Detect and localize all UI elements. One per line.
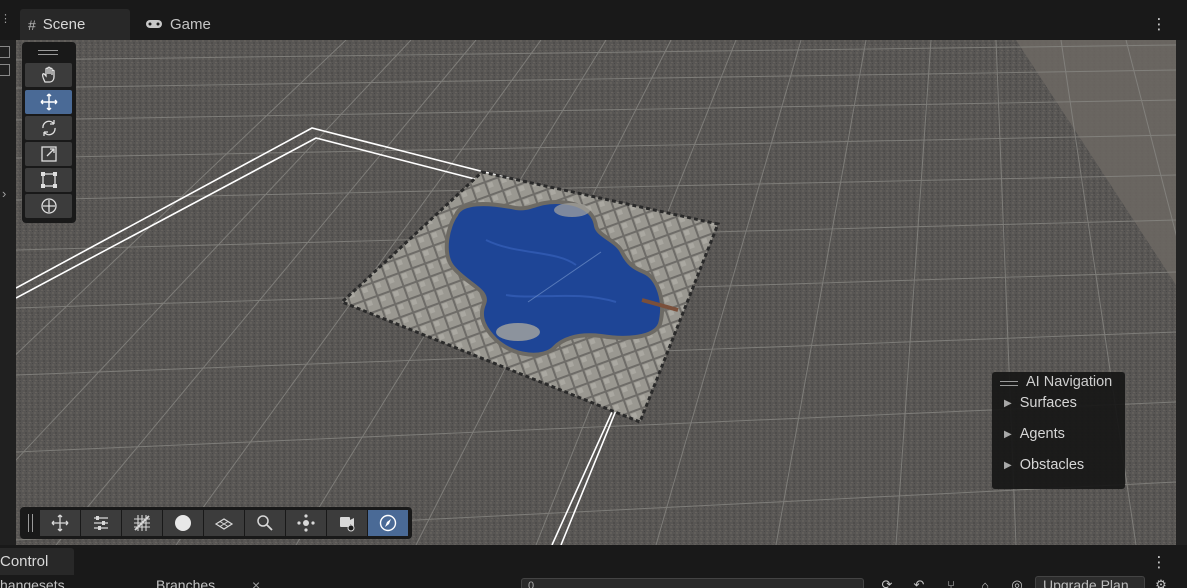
left-side-strip: ⋮ ›	[0, 13, 16, 545]
grid-hash-icon: #	[28, 16, 36, 33]
expand-triangle-icon: ▶	[1004, 459, 1012, 471]
grid-snap-icon	[134, 515, 150, 531]
compass-icon	[379, 514, 397, 532]
hand-icon	[41, 66, 55, 83]
search-input[interactable]: 0	[521, 578, 864, 588]
tab-scene[interactable]: # Scene	[20, 9, 130, 40]
ai-nav-item-surfaces[interactable]: ▶ Surfaces	[1004, 395, 1077, 411]
rotate-icon	[41, 120, 56, 136]
camera-icon	[340, 517, 355, 532]
move-tool-button[interactable]	[25, 90, 72, 114]
scale-icon	[40, 146, 57, 162]
toolbar-grip-icon[interactable]	[28, 514, 33, 532]
tab-changesets[interactable]: hangesets	[0, 577, 65, 588]
more-options-icon[interactable]: ⋮	[1151, 14, 1167, 34]
surface-icon	[214, 518, 234, 530]
transform-icon	[40, 198, 57, 214]
search-input-value: 0	[528, 580, 535, 588]
tab-control[interactable]: Control	[0, 548, 74, 575]
sphere-button[interactable]	[163, 510, 203, 536]
tab-scene-label: Scene	[42, 16, 86, 33]
tab-game-label: Game	[170, 16, 211, 33]
expand-triangle-icon: ▶	[1004, 428, 1012, 440]
sliders-icon	[94, 516, 108, 530]
drag-dots-icon: ⋮	[0, 13, 11, 25]
move-gizmo-button[interactable]	[40, 510, 80, 536]
upgrade-plan-label: Upgrade Plan	[1043, 577, 1129, 588]
expand-triangle-icon: ▶	[1004, 397, 1012, 409]
chevron-right-icon[interactable]: ›	[2, 186, 6, 201]
ai-nav-item-label: Obstacles	[1019, 457, 1085, 473]
ai-navigation-overlay: AI Navigation ▶ Surfaces ▶ Agents ▶ Obst…	[992, 372, 1125, 489]
panel-more-options-icon[interactable]: ⋮	[1151, 552, 1167, 572]
pivot-icon	[297, 514, 315, 532]
grid-snap-button[interactable]	[122, 510, 162, 536]
overlay-toolbar	[20, 507, 412, 539]
pivot-button[interactable]	[286, 510, 326, 536]
scale-tool-button[interactable]	[25, 142, 72, 166]
rect-tool-button[interactable]	[25, 168, 72, 192]
magnifier-button[interactable]	[245, 510, 285, 536]
undo-icon[interactable]: ↶	[908, 577, 930, 588]
ai-nav-item-obstacles[interactable]: ▶ Obstacles	[1004, 457, 1084, 473]
ai-nav-item-label: Surfaces	[1019, 395, 1077, 411]
move-arrows-icon	[40, 93, 57, 111]
magnifier-icon	[257, 515, 273, 531]
upgrade-plan-button[interactable]: Upgrade Plan	[1035, 576, 1145, 588]
move-gizmo-icon	[51, 514, 69, 532]
scene-tab-bar: # Scene Game ⋮	[0, 0, 1187, 40]
panel-list-icon[interactable]	[0, 64, 10, 76]
rotate-tool-button[interactable]	[25, 116, 72, 140]
sliders-button[interactable]	[81, 510, 121, 536]
transform-tool-button[interactable]	[25, 194, 72, 218]
right-side-strip	[1176, 40, 1187, 545]
tool-palette	[22, 42, 76, 223]
ai-nav-item-label: Agents	[1019, 426, 1065, 442]
overlay-grip-icon[interactable]	[1000, 381, 1018, 386]
compass-button[interactable]	[368, 510, 408, 536]
tab-branches[interactable]: Branches	[156, 577, 215, 588]
ai-nav-item-agents[interactable]: ▶ Agents	[1004, 426, 1065, 442]
sync-icon[interactable]: ◎	[1006, 577, 1028, 588]
close-tab-icon[interactable]: ×	[252, 577, 260, 588]
branch-icon[interactable]: ⑂	[940, 577, 962, 588]
ai-navigation-title: AI Navigation	[1026, 374, 1113, 390]
refresh-icon[interactable]: ⟳	[876, 577, 898, 588]
hand-tool-button[interactable]	[25, 63, 72, 87]
tab-game[interactable]: Game	[137, 9, 237, 40]
camera-button[interactable]	[327, 510, 367, 536]
maximize-icon[interactable]	[0, 46, 10, 58]
lock-icon[interactable]: ⌂	[974, 577, 996, 588]
rect-transform-icon	[40, 172, 57, 188]
settings-gear-icon[interactable]: ⚙	[1150, 577, 1172, 588]
surface-button[interactable]	[204, 510, 244, 536]
tab-control-label: Control	[0, 553, 49, 570]
sphere-icon	[175, 515, 191, 531]
gamepad-icon	[145, 17, 163, 33]
palette-grip-icon[interactable]	[38, 50, 58, 55]
